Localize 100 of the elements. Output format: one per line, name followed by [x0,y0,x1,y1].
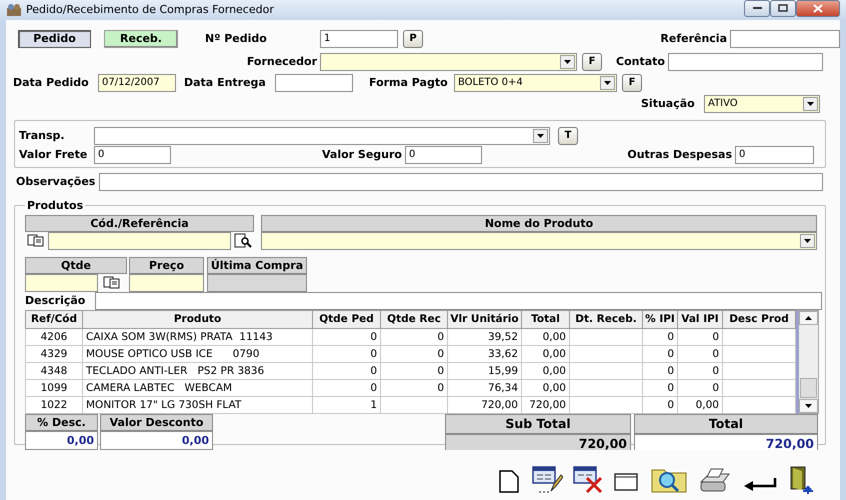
caret-icon [804,239,811,243]
table-cell: 0 [678,362,722,380]
field-label: Nº Pedido [205,30,268,47]
minimize-icon [752,6,762,10]
column-header: Desc Prod [722,310,796,328]
table-cell: 0,00 [522,328,570,346]
column-header: Vlr Unitário [448,310,522,328]
scroll-thumb[interactable] [800,378,817,398]
table-cell: 0 [678,380,722,396]
input-field[interactable] [730,30,840,48]
scrollbar[interactable] [796,310,819,414]
table-cell: 76,34 [448,380,522,396]
input-field[interactable] [99,173,823,191]
window-title: Pedido/Recebimento de Compras Fornecedor [26,2,274,18]
table-cell: 0,00 [522,346,570,362]
lookup-button[interactable]: F [622,74,642,92]
input-field[interactable] [95,292,822,310]
table-cell: 0 [642,362,678,380]
table-cell: 0 [678,346,722,362]
input-field[interactable]: 0 [94,146,171,164]
dropdown-field[interactable]: ATIVO [704,95,820,113]
caret-icon [564,60,571,64]
input-field[interactable]: 0 [405,146,482,164]
field-label: Valor Seguro [321,146,403,163]
table-cell: CAIXA SOM 3W(RMS) PRATA 11143 [82,328,312,346]
table-cell: 0 [312,328,380,346]
field-label: Situação [641,96,696,112]
field-label: Outras Despesas [626,146,733,163]
dropdown-field[interactable] [261,232,817,250]
column-header: Produto [82,310,312,328]
total-label: % Desc. [25,414,98,431]
input-field[interactable] [129,274,204,292]
field-label: Contato [615,54,666,70]
table-cell: 0 [380,328,448,346]
printer-icon[interactable] [697,466,733,494]
total-value: 0,00 [100,431,213,450]
input-field[interactable]: 07/12/2007 [98,74,176,92]
close-button[interactable] [796,0,840,16]
column-header: Qtde Rec [380,310,448,328]
dropdown-field[interactable]: BOLETO 0+4 [454,74,617,92]
field-label: Observações [16,174,96,190]
table-cell: CAMERA LABTEC WEBCAM [82,380,312,396]
tab[interactable]: Receb. [104,30,178,48]
caret-icon [807,102,814,106]
table-cell: 33,62 [448,346,522,362]
delete-list-icon[interactable] [572,464,604,494]
maximize-button[interactable] [770,0,796,16]
table-cell: TECLADO ANTI-LER PS2 PR 3836 [82,362,312,380]
table-cell: 4329 [26,346,82,362]
tab[interactable]: Pedido [18,30,91,48]
table-cell: 0 [312,346,380,362]
edit-list-icon[interactable] [531,464,563,494]
column-header: % IPI [642,310,678,328]
search-icon[interactable] [232,232,254,248]
table-cell: 0 [312,380,380,396]
table-cell: 1 [312,396,380,414]
table-cell: MONITOR 17" LG 730SH FLAT [82,396,312,414]
field-label: Referência [659,30,728,47]
input-field[interactable] [275,74,353,92]
maximize-icon [778,4,788,12]
table-cell: 0 [678,328,722,346]
total-label: Sub Total [445,414,631,434]
table-cell: 720,00 [522,396,570,414]
caret-icon [604,81,611,85]
input-field[interactable] [668,53,823,71]
field-label: Fornecedor [246,54,318,70]
table-cell: 0 [642,328,678,346]
input-field[interactable]: 1 [320,30,398,48]
column-header: Última Compra [207,256,307,274]
column-header: Dt. Receb. [570,310,642,328]
input-field[interactable] [48,232,231,250]
input-field[interactable]: 0 [735,146,814,164]
dropdown-field[interactable] [94,127,550,145]
field-label: Transp. [19,128,66,144]
close-icon [813,4,823,12]
table-cell: 0,00 [678,396,722,414]
input-field[interactable] [25,274,98,292]
field-label: Valor Frete [19,146,88,163]
lookup-button[interactable]: T [558,127,578,145]
table-cell: 4348 [26,362,82,380]
table-cell: 0 [642,380,678,396]
arrow-down-icon[interactable] [805,404,812,408]
table-cell: MOUSE OPTICO USB ICE 0790 [82,346,312,362]
table-cell: 39,52 [448,328,522,346]
lookup-button[interactable]: P [403,30,423,48]
table-cell [380,396,448,414]
lookup-button[interactable]: F [582,53,602,71]
table-cell: 0 [380,380,448,396]
readonly-field[interactable] [207,274,307,292]
column-header: Qtde Ped [312,310,380,328]
app-icon [6,3,22,17]
column-header: Total [522,310,570,328]
table-cell: 0,00 [522,362,570,380]
table-cell: 0 [642,396,678,414]
dropdown-field[interactable] [320,53,577,71]
minimize-button[interactable] [744,0,770,16]
total-label: Valor Desconto [100,414,213,431]
table-cell: 0 [312,362,380,380]
column-header: Preço [129,256,204,274]
arrow-up-icon[interactable] [805,316,812,320]
